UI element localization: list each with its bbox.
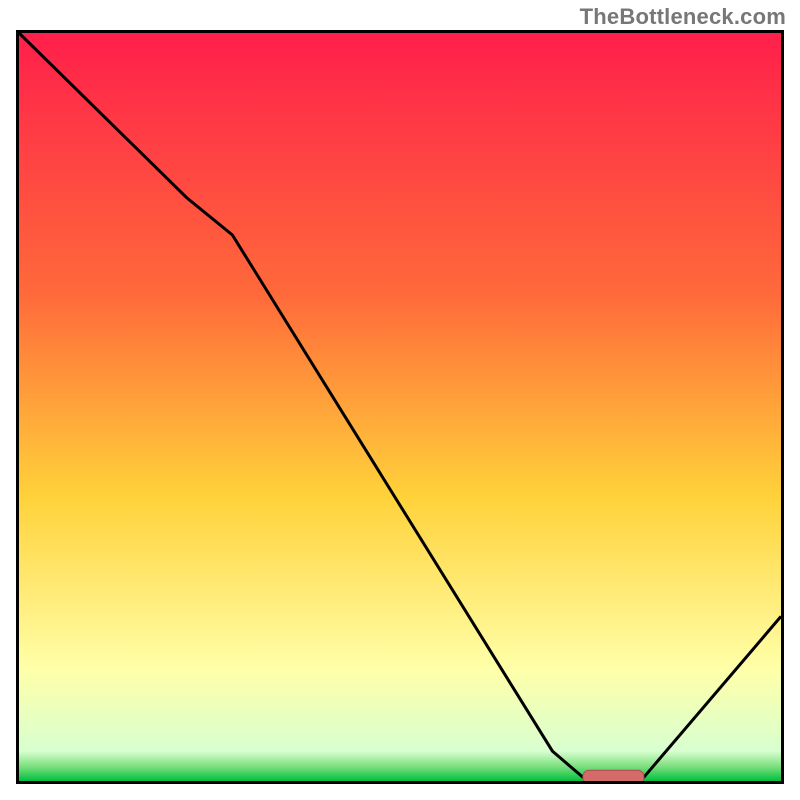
chart-svg bbox=[16, 30, 784, 784]
watermark-text: TheBottleneck.com bbox=[580, 4, 786, 30]
chart-container: TheBottleneck.com bbox=[0, 0, 800, 800]
plot-area bbox=[16, 30, 784, 784]
